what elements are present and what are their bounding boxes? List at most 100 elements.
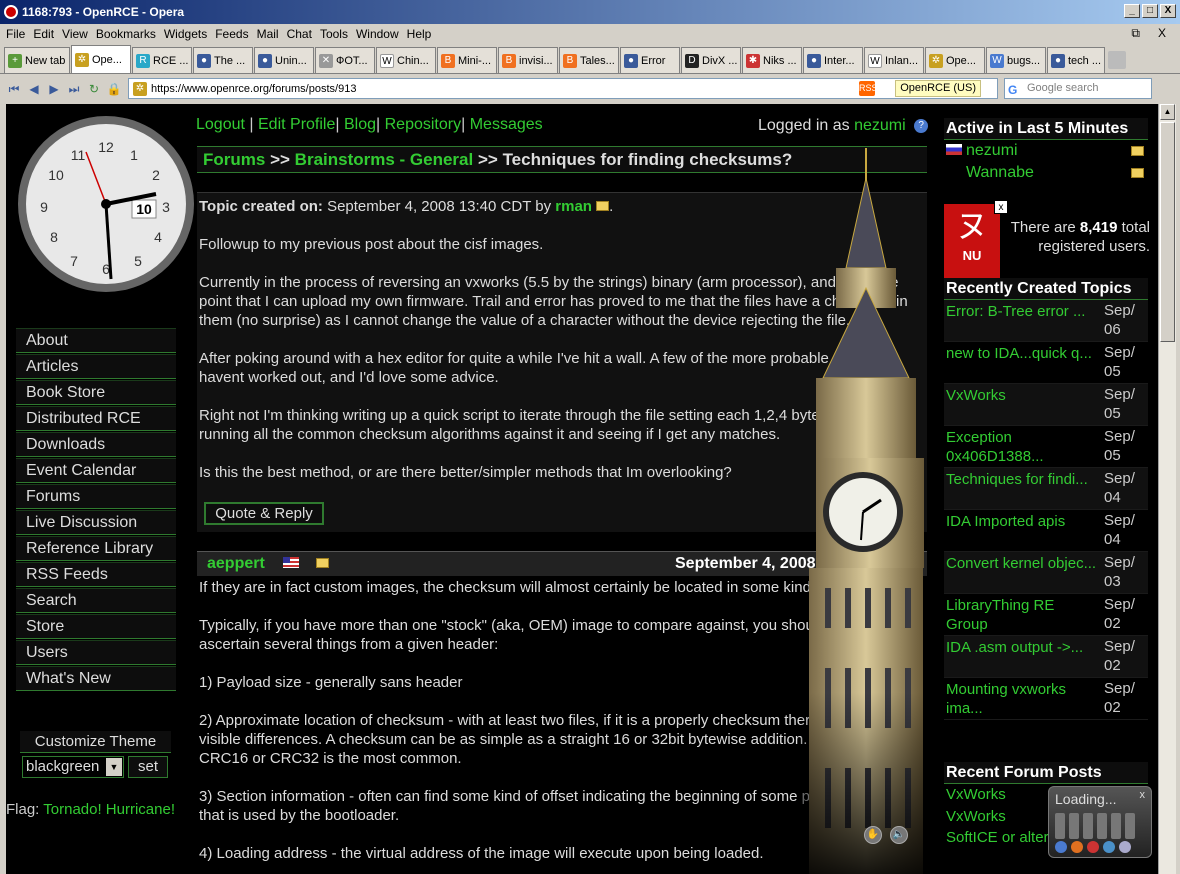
nav-store[interactable]: Store <box>16 614 176 639</box>
menu-help[interactable]: Help <box>407 27 432 41</box>
topic-link[interactable]: Convert kernel objec... <box>944 552 1102 593</box>
nav-about[interactable]: About <box>16 328 176 353</box>
topic-link[interactable]: new to IDA...quick q... <box>944 342 1102 383</box>
tab-close-button[interactable]: X <box>1158 26 1166 41</box>
tab-new-tab[interactable]: + New tab <box>4 47 70 73</box>
flag-link[interactable]: Tornado! Hurricane! <box>43 801 175 818</box>
message-icon[interactable] <box>596 201 610 211</box>
blog-link[interactable]: Blog <box>344 116 376 133</box>
breadcrumb-forums[interactable]: Forums <box>203 150 265 169</box>
nav-whats-new[interactable]: What's New <box>16 666 176 691</box>
menu-bookmarks[interactable]: Bookmarks <box>96 27 156 41</box>
speaker-icon[interactable]: 🔈 <box>890 826 908 844</box>
messages-link[interactable]: Messages <box>470 116 543 133</box>
menu-tools[interactable]: Tools <box>320 27 348 41</box>
nav-book-store[interactable]: Book Store <box>16 380 176 405</box>
nav-rss-feeds[interactable]: RSS Feeds <box>16 562 176 587</box>
menu-chat[interactable]: Chat <box>287 27 312 41</box>
tab-openrce[interactable]: ✲ Ope... <box>71 45 131 73</box>
reply-author-link[interactable]: aeppert <box>207 555 265 572</box>
tab-chin[interactable]: W Chin... <box>376 47 436 73</box>
tab-inlan[interactable]: W Inlan... <box>864 47 924 73</box>
menu-mail[interactable]: Mail <box>257 27 279 41</box>
nav-event-calendar[interactable]: Event Calendar <box>16 458 176 483</box>
quote-reply-button[interactable]: Quote & Reply <box>204 502 324 525</box>
tab-ope2[interactable]: ✲ Ope... <box>925 47 985 73</box>
active-user-link[interactable]: nezumi <box>966 142 1018 159</box>
breadcrumb-category[interactable]: Brainstorms - General <box>295 150 474 169</box>
tab-inter[interactable]: ● Inter... <box>803 47 863 73</box>
rewind-icon[interactable]: ⏮ <box>6 81 22 97</box>
tab-mini[interactable]: B Mini-... <box>437 47 497 73</box>
vertical-scrollbar[interactable]: ▲ <box>1158 104 1176 874</box>
search-input[interactable]: G Google search <box>1004 78 1152 99</box>
topic-link[interactable]: IDA .asm output ->... <box>944 636 1102 677</box>
nu-ad[interactable]: ヌ NU x <box>944 200 1008 282</box>
topic-link[interactable]: Techniques for findi... <box>944 468 1102 509</box>
maximize-button[interactable]: □ <box>1142 4 1158 18</box>
menu-file[interactable]: File <box>6 27 25 41</box>
nav-search[interactable]: Search <box>16 588 176 613</box>
topic-link[interactable]: IDA Imported apis <box>944 510 1102 551</box>
rss-feed-icon[interactable]: RSS <box>859 81 878 96</box>
nav-forums[interactable]: Forums <box>16 484 176 509</box>
close-icon[interactable]: x <box>1140 789 1146 801</box>
menu-widgets[interactable]: Widgets <box>164 27 207 41</box>
tab-rce[interactable]: R RCE ... <box>132 47 192 73</box>
menu-edit[interactable]: Edit <box>33 27 54 41</box>
repository-link[interactable]: Repository <box>385 116 461 133</box>
site-badge[interactable]: OpenRCE (US) <box>895 80 981 97</box>
chevron-down-icon[interactable]: ▼ <box>106 758 122 776</box>
back-icon[interactable]: ◀ <box>26 81 42 97</box>
username-link[interactable]: nezumi <box>854 117 906 134</box>
tab-niks[interactable]: ✱ Niks ... <box>742 47 802 73</box>
set-theme-button[interactable]: set <box>128 756 168 778</box>
tab-tech[interactable]: ● tech ... <box>1047 47 1105 73</box>
author-link[interactable]: rman <box>555 198 592 215</box>
address-field[interactable]: ✲ https://www.openrce.org/forums/posts/9… <box>128 78 998 99</box>
nav-articles[interactable]: Articles <box>16 354 176 379</box>
list-item: Convert kernel objec... Sep/ 03 <box>944 552 1148 594</box>
scroll-up-icon[interactable]: ▲ <box>1160 104 1175 120</box>
theme-select[interactable]: blackgreen ▼ <box>22 756 124 778</box>
active-user-link[interactable]: Wannabe <box>966 164 1034 181</box>
tab-invisi[interactable]: Binvisi... <box>498 47 558 73</box>
tab-unin[interactable]: ● Unin... <box>254 47 314 73</box>
topic-link[interactable]: Mounting vxworks ima... <box>944 678 1102 719</box>
close-button[interactable]: X <box>1160 4 1176 18</box>
scroll-thumb[interactable] <box>1160 122 1175 342</box>
menu-feeds[interactable]: Feeds <box>215 27 248 41</box>
topic-link[interactable]: Exception 0x406D1388... <box>944 426 1102 467</box>
reload-icon[interactable]: ↻ <box>86 81 102 97</box>
topic-link[interactable]: VxWorks <box>944 384 1102 425</box>
message-icon[interactable] <box>315 558 329 568</box>
tab-bugs[interactable]: Wbugs... <box>986 47 1046 73</box>
tab-error[interactable]: ● Error <box>620 47 680 73</box>
edit-profile-link[interactable]: Edit Profile <box>258 116 335 133</box>
tab-foto[interactable]: ✕ ФОТ... <box>315 47 375 73</box>
help-icon[interactable]: ? <box>914 119 929 133</box>
loading-widget[interactable]: Loading... x <box>1048 786 1152 858</box>
message-icon[interactable] <box>1131 168 1144 178</box>
tab-the[interactable]: ● The ... <box>193 47 253 73</box>
close-icon[interactable]: x <box>994 200 1008 214</box>
nav-reference-library[interactable]: Reference Library <box>16 536 176 561</box>
nav-live-discussion[interactable]: Live Discussion <box>16 510 176 535</box>
logout-link[interactable]: Logout <box>196 116 245 133</box>
minimize-button[interactable]: _ <box>1124 4 1140 18</box>
menu-view[interactable]: View <box>62 27 88 41</box>
nav-users[interactable]: Users <box>16 640 176 665</box>
fast-forward-icon[interactable]: ⏭ <box>66 81 82 97</box>
trash-icon[interactable] <box>1108 51 1126 69</box>
forward-icon[interactable]: ▶ <box>46 81 62 97</box>
topic-link[interactable]: Error: B-Tree error ... <box>944 300 1102 341</box>
topic-link[interactable]: LibraryThing RE Group <box>944 594 1102 635</box>
tab-tales[interactable]: B Tales... <box>559 47 619 73</box>
tab-restore-button[interactable]: ⧉ <box>1131 26 1140 41</box>
tab-divx[interactable]: D DivX ... <box>681 47 741 73</box>
nav-distributed-rce[interactable]: Distributed RCE <box>16 406 176 431</box>
menu-window[interactable]: Window <box>356 27 399 41</box>
hand-icon[interactable]: ✋ <box>864 826 882 844</box>
nav-downloads[interactable]: Downloads <box>16 432 176 457</box>
message-icon[interactable] <box>1131 146 1144 156</box>
